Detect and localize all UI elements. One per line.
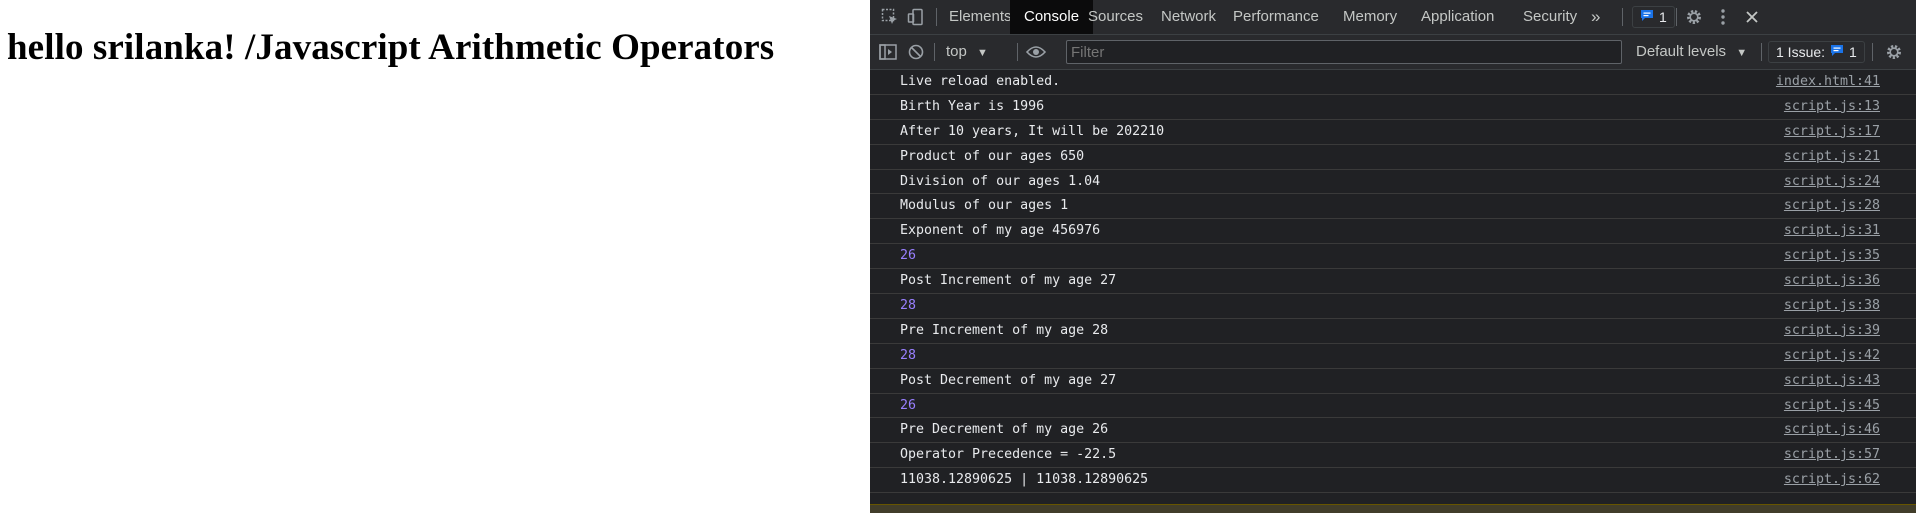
console-message-row: Division of our ages 1.04 script.js:24: [870, 170, 1916, 195]
console-source-link[interactable]: script.js:36: [1784, 273, 1880, 288]
chevron-down-icon: ▼: [977, 47, 988, 59]
tab-bar-separator: [1622, 8, 1623, 26]
console-source-link[interactable]: script.js:62: [1784, 472, 1880, 487]
message-icon: [1640, 9, 1654, 25]
console-source-link[interactable]: script.js:17: [1784, 124, 1880, 139]
message-icon: [1830, 44, 1844, 60]
console-source-link[interactable]: script.js:42: [1784, 348, 1880, 363]
more-options-icon[interactable]: [1713, 7, 1733, 27]
console-source-link[interactable]: script.js:28: [1784, 198, 1880, 213]
console-message-row: After 10 years, It will be 202210 script.…: [870, 120, 1916, 145]
tab-performance[interactable]: Performance: [1233, 0, 1319, 34]
console-message-row: Exponent of my age 456976 script.js:31: [870, 219, 1916, 245]
web-page: hello srilanka! /Javascript Arithmetic O…: [0, 0, 870, 512]
console-message-text: Pre Decrement of my age 26: [900, 422, 1109, 438]
tab-console[interactable]: Console: [1010, 0, 1094, 34]
console-message-row: Operator Precedence = -22.5 script.js:57: [870, 443, 1916, 469]
console-source-link[interactable]: script.js:13: [1784, 99, 1880, 114]
issues-button-count: 1: [1849, 44, 1857, 60]
tab-sources[interactable]: Sources: [1088, 0, 1143, 34]
console-message-row: Birth Year is 1996 script.js:13: [870, 95, 1916, 120]
console-message-row: 11038.12890625 | 11038.12890625 script.js…: [870, 468, 1916, 494]
close-devtools-icon[interactable]: [1742, 7, 1762, 27]
console-message-text: 28: [900, 298, 917, 314]
console-message-row: 26 script.js:45: [870, 394, 1916, 419]
console-source-link[interactable]: script.js:24: [1784, 174, 1880, 189]
console-messages: Live reload enabled. index.html:41 Birth Y…: [870, 70, 1916, 512]
console-message-row: 28 script.js:42: [870, 344, 1916, 369]
tab-security[interactable]: Security: [1523, 0, 1577, 34]
issues-button-label: 1 Issue:: [1776, 44, 1826, 60]
inspect-element-icon[interactable]: [880, 7, 900, 27]
toolbar-separator: [934, 43, 935, 61]
devtools-panel: Elements Console Sources Network Perform…: [870, 0, 1916, 513]
console-message-text: Post Increment of my age 27: [900, 273, 1117, 289]
console-source-link[interactable]: script.js:35: [1784, 248, 1880, 263]
console-message-text: Live reload enabled.: [900, 74, 1061, 89]
console-message-text: Exponent of my age 456976: [900, 223, 1101, 239]
console-message-row: Live reload enabled. index.html:41: [870, 70, 1916, 95]
page-heading: hello srilanka! /Javascript Arithmetic O…: [7, 27, 775, 68]
chevron-down-icon: ▼: [1736, 47, 1748, 59]
console-message-row: Post Increment of my age 27 script.js:36: [870, 269, 1916, 295]
console-message-text: Operator Precedence = -22.5: [900, 447, 1117, 463]
toolbar-separator: [1761, 43, 1762, 61]
console-message-text: 26: [900, 397, 917, 413]
tab-network[interactable]: Network: [1161, 0, 1216, 34]
log-levels-label: Default levels: [1636, 43, 1727, 60]
console-message-row: Product of our ages 650 script.js:21: [870, 145, 1916, 170]
console-source-link[interactable]: script.js:46: [1784, 422, 1880, 437]
context-selector-value: top: [946, 43, 967, 60]
console-message-text: Product of our ages 650: [900, 148, 1085, 164]
toolbar-separator: [1872, 43, 1873, 61]
context-selector[interactable]: top ▼: [946, 35, 988, 69]
tab-elements[interactable]: Elements: [949, 0, 1012, 34]
tab-bar-separator: [936, 8, 937, 26]
tab-application[interactable]: Application: [1421, 0, 1494, 34]
console-message-text: Division of our ages 1.04: [900, 173, 1101, 189]
console-source-link[interactable]: script.js:43: [1784, 373, 1880, 388]
settings-gear-icon[interactable]: [1684, 7, 1704, 27]
console-message-text: 11038.12890625 | 11038.12890625: [900, 472, 1149, 488]
console-source-link[interactable]: index.html:41: [1776, 74, 1880, 89]
console-message-text: 26: [900, 248, 917, 264]
console-toolbar: top ▼ Default levels ▼ 1 Issue: 1: [870, 35, 1916, 70]
issues-badge[interactable]: 1: [1632, 6, 1675, 28]
clear-console-icon[interactable]: [906, 42, 926, 62]
show-sidebar-icon[interactable]: [878, 42, 898, 62]
console-source-link[interactable]: script.js:45: [1784, 398, 1880, 413]
console-message-row: Post Decrement of my age 27 script.js:43: [870, 369, 1916, 394]
more-tabs-button[interactable]: »: [1591, 0, 1600, 34]
console-source-link[interactable]: script.js:57: [1784, 447, 1880, 462]
console-source-link[interactable]: script.js:21: [1784, 149, 1880, 164]
console-message-text: Modulus of our ages 1: [900, 198, 1069, 214]
tab-bar-separator: [1676, 8, 1677, 26]
devtools-tab-bar: Elements Console Sources Network Perform…: [870, 0, 1916, 35]
log-levels-dropdown[interactable]: Default levels ▼: [1636, 35, 1747, 69]
issues-badge-count: 1: [1659, 9, 1667, 25]
console-source-link[interactable]: script.js:39: [1784, 323, 1880, 338]
console-source-link[interactable]: script.js:31: [1784, 223, 1880, 238]
console-source-link[interactable]: script.js:38: [1784, 298, 1880, 313]
console-settings-gear-icon[interactable]: [1884, 42, 1904, 62]
issues-button[interactable]: 1 Issue: 1: [1768, 41, 1865, 63]
console-message-text: Pre Increment of my age 28: [900, 322, 1109, 338]
toolbar-separator: [1017, 43, 1018, 61]
console-message-row: Pre Decrement of my age 26 script.js:46: [870, 418, 1916, 444]
console-message-text: 28: [900, 347, 917, 363]
console-filter-input[interactable]: [1066, 40, 1622, 64]
console-message-row: 28 script.js:38: [870, 294, 1916, 319]
console-message-text: After 10 years, It will be 202210: [900, 123, 1165, 139]
live-expression-eye-icon[interactable]: [1026, 42, 1046, 62]
device-toolbar-icon[interactable]: [906, 7, 926, 27]
console-message-row: Pre Increment of my age 28 script.js:39: [870, 319, 1916, 344]
tab-memory[interactable]: Memory: [1343, 0, 1397, 34]
console-message-row: 26 script.js:35: [870, 244, 1916, 270]
console-message-text: Birth Year is 1996: [900, 98, 1045, 114]
console-message-text: Post Decrement of my age 27: [900, 372, 1117, 388]
console-message-row: Modulus of our ages 1 script.js:28: [870, 194, 1916, 220]
